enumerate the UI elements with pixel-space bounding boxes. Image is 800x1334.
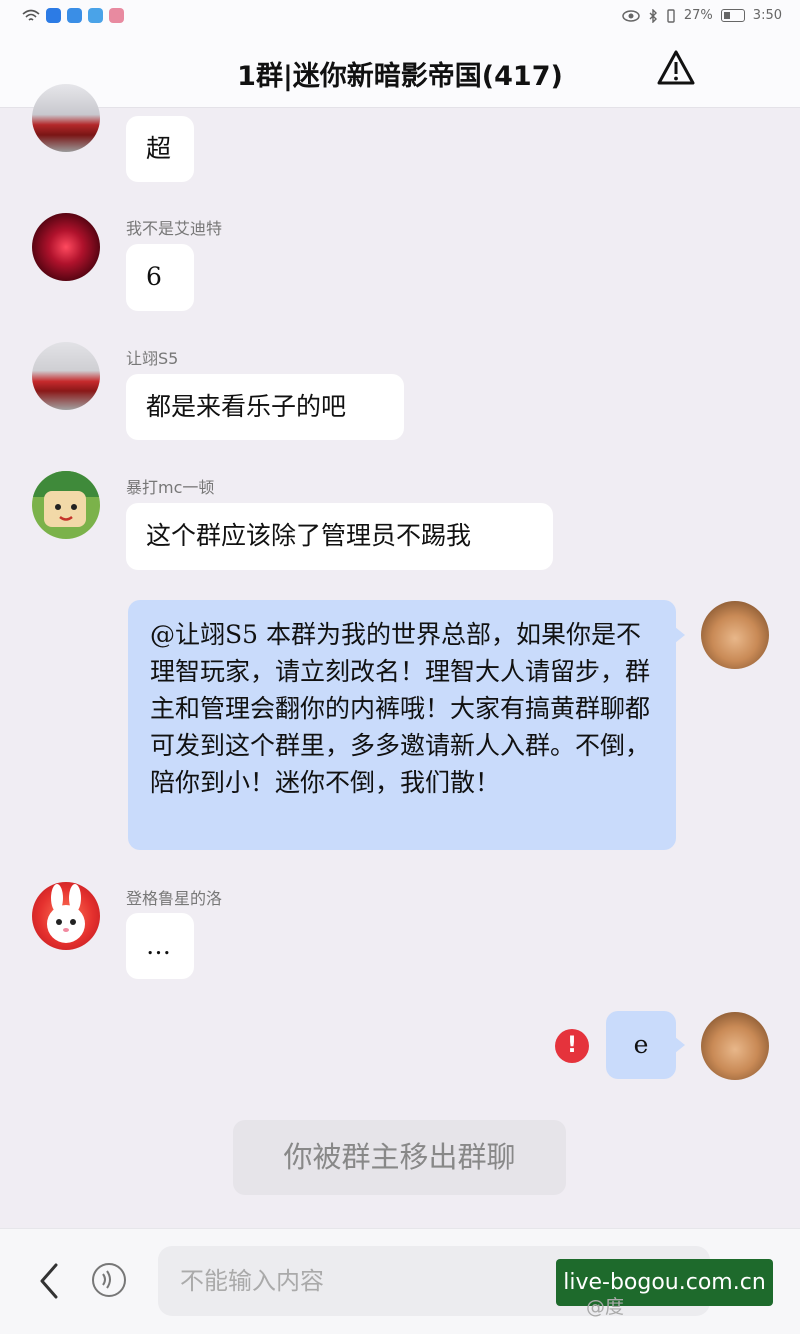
- sender-name[interactable]: 我不是艾迪特: [126, 215, 222, 239]
- send-failed-icon[interactable]: !: [555, 1029, 589, 1063]
- message-bubble: 这个群应该除了管理员不踢我: [126, 503, 553, 570]
- avatar-bunny[interactable]: [32, 882, 100, 950]
- sender-name[interactable]: 登格鲁星的洛: [126, 885, 222, 909]
- notification-icons: [22, 8, 124, 23]
- watermark-caption: @度: [586, 1296, 625, 1318]
- bubble-tail: [675, 1037, 685, 1053]
- voice-wave-icon: [102, 1270, 111, 1289]
- avatar-cat[interactable]: [701, 601, 769, 669]
- avatar-cat[interactable]: [701, 1012, 769, 1080]
- system-indicators: 27% 3:50: [622, 8, 782, 23]
- app-icon-blue: [46, 8, 61, 23]
- my-message-bubble: e: [606, 1011, 676, 1079]
- search-app-icon: [67, 8, 82, 23]
- bunny-icon: [47, 884, 85, 943]
- system-notice: 你被群主移出群聊: [233, 1120, 566, 1195]
- avatar-car[interactable]: [32, 342, 100, 410]
- cloud-app-icon: [88, 8, 103, 23]
- clock: 3:50: [752, 8, 782, 23]
- wifi-icon: [22, 9, 40, 21]
- message-bubble: 6: [126, 244, 194, 311]
- battery-icon: [720, 9, 745, 22]
- sender-name[interactable]: 让翊S5: [126, 345, 178, 369]
- message-bubble: …: [126, 913, 194, 979]
- message-bubble: 都是来看乐子的吧: [126, 374, 404, 440]
- status-bar: 27% 3:50: [0, 0, 800, 34]
- avatar-red-gem[interactable]: [32, 213, 100, 281]
- bubble-tail: [675, 627, 685, 643]
- warning-icon[interactable]: [656, 48, 696, 88]
- message-bubble: 超: [126, 116, 194, 182]
- chat-header: 1群|迷你新暗影帝国(417): [0, 34, 800, 108]
- back-arrow-icon[interactable]: [34, 1261, 64, 1301]
- gift-app-icon: [109, 8, 124, 23]
- avatar-car[interactable]: [32, 84, 100, 152]
- eye-icon: [622, 9, 640, 22]
- sender-name[interactable]: 暴打mc一顿: [126, 474, 214, 498]
- my-message-bubble: @让翊S5 本群为我的世界总部，如果你是不理智玩家，请立刻改名！理智大人请留步，…: [128, 600, 676, 850]
- battery-percent: 27%: [683, 8, 713, 23]
- avatar-cartoon-character[interactable]: [32, 471, 100, 539]
- cartoon-face-icon: [32, 471, 100, 527]
- vibrate-icon: [667, 8, 675, 23]
- voice-button[interactable]: [92, 1263, 126, 1297]
- bluetooth-icon: [649, 8, 657, 23]
